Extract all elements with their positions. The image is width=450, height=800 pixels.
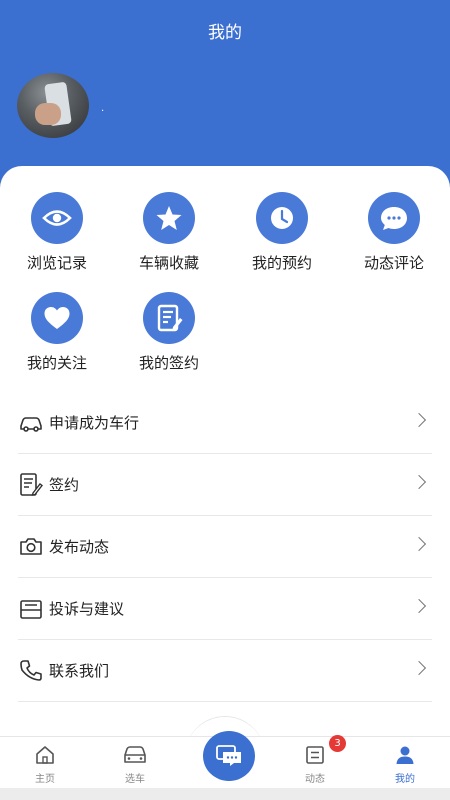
grid-label: 浏览记录 [26, 254, 87, 272]
tab-choose-car[interactable]: 选车 [90, 737, 180, 789]
menu-label: 签约 [49, 476, 80, 494]
grid-label: 动态评论 [363, 254, 424, 272]
car-front-icon [123, 745, 147, 765]
tab-label: 我的 [395, 774, 415, 785]
phone-icon [18, 658, 44, 684]
news-icon [305, 745, 325, 765]
tab-news[interactable]: 动态 [270, 737, 360, 789]
system-navigation-strip [0, 788, 450, 800]
user-icon [395, 745, 415, 765]
tab-mine[interactable]: 我的 [360, 737, 450, 789]
tab-home[interactable]: 主页 [0, 737, 90, 789]
menu-row-complaints[interactable]: 投诉与建议 [18, 578, 432, 640]
avatar-photo-hand [35, 103, 61, 125]
message-icon [216, 744, 242, 768]
grid-item-browse-history[interactable]: 浏览记录 [7, 192, 107, 273]
menu-row-publish-post[interactable]: 发布动态 [18, 516, 432, 578]
grid-item-post-comments[interactable]: 动态评论 [344, 192, 444, 273]
chat-bubble-icon [368, 192, 420, 244]
tab-label: 主页 [35, 774, 55, 785]
chevron-right-icon [411, 474, 427, 490]
car-icon [18, 410, 44, 436]
sign-document-icon [18, 472, 44, 498]
menu-row-sign[interactable]: 签约 [18, 454, 432, 516]
chevron-right-icon [411, 598, 427, 614]
chevron-right-icon [411, 412, 427, 428]
grid-label: 我的关注 [26, 354, 87, 372]
chevron-right-icon [411, 660, 427, 676]
camera-icon [18, 534, 44, 560]
grid-item-vehicle-favorites[interactable]: 车辆收藏 [119, 192, 219, 273]
grid-item-my-appointments[interactable]: 我的预约 [232, 192, 332, 273]
center-message-button[interactable] [203, 731, 255, 781]
grid-label: 我的预约 [251, 254, 312, 272]
heart-icon [31, 292, 83, 344]
grid-label: 车辆收藏 [138, 254, 199, 272]
clock-icon [256, 192, 308, 244]
contract-edit-icon [143, 292, 195, 344]
page-title: 我的 [208, 23, 242, 43]
grid-label: 我的签约 [138, 354, 199, 372]
eye-icon [31, 192, 83, 244]
menu-label: 申请成为车行 [49, 414, 140, 432]
content-card: 浏览记录 车辆收藏 我的预约 动态评论 我的关注 我的签约 申请成为车行 签约 … [0, 166, 450, 736]
avatar[interactable] [17, 73, 89, 138]
tab-label: 动态 [305, 774, 325, 785]
tab-label: 选车 [125, 774, 145, 785]
star-icon [143, 192, 195, 244]
grid-item-my-follows[interactable]: 我的关注 [7, 292, 107, 373]
username[interactable]: . [101, 103, 104, 114]
menu-row-contact-us[interactable]: 联系我们 [18, 640, 432, 702]
menu-label: 发布动态 [49, 538, 110, 556]
notification-badge: 3 [329, 735, 346, 752]
inbox-icon [18, 596, 44, 622]
home-icon [35, 745, 55, 765]
menu-label: 联系我们 [49, 662, 110, 680]
menu-label: 投诉与建议 [49, 600, 125, 618]
menu-row-apply-dealer[interactable]: 申请成为车行 [18, 392, 432, 454]
chevron-right-icon [411, 536, 427, 552]
grid-item-my-contracts[interactable]: 我的签约 [119, 292, 219, 373]
